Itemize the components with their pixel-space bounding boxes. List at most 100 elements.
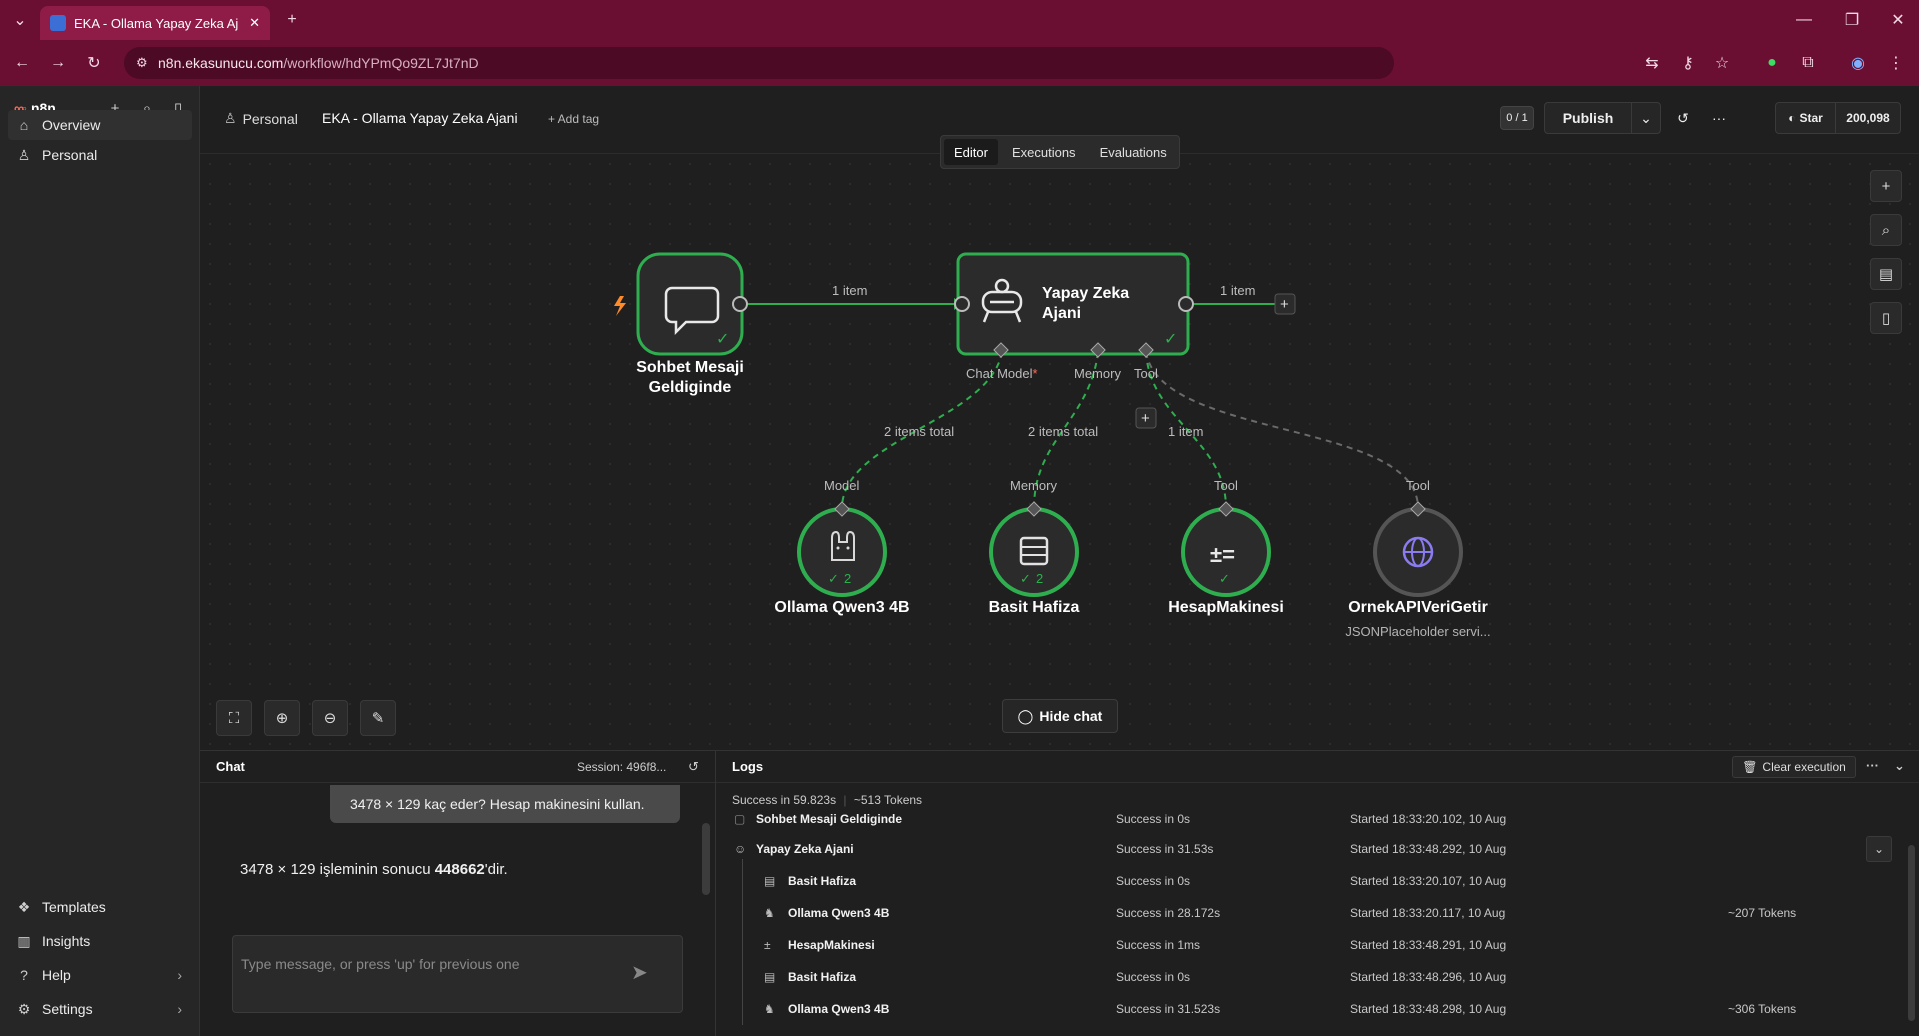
clear-execution-button[interactable]: 🗑 Clear execution	[1732, 756, 1856, 778]
tab-title: EKA - Ollama Yapay Zeka Aj	[74, 15, 239, 31]
tab-close-icon[interactable]: ✕	[249, 15, 260, 31]
breadcrumb-project[interactable]: ♙ Personal	[224, 110, 298, 127]
minimize-icon[interactable]: —	[1792, 8, 1816, 32]
bot-message-text: 3478 × 129 işleminin sonucu	[240, 861, 435, 878]
chat-model-text: Chat Model	[966, 366, 1033, 381]
address-bar[interactable]: ⚙ n8n.ekasunucu.com/workflow/hdYPmQo9ZL7…	[124, 47, 1394, 79]
expand-row-icon[interactable]: ⌄	[1866, 836, 1892, 862]
translate-icon[interactable]: ⇆	[1640, 51, 1664, 75]
templates-icon: ❖	[17, 898, 31, 915]
llama-icon: ♞	[764, 1002, 775, 1016]
database-icon: ▤	[764, 970, 776, 984]
log-row[interactable]: ▤ Basit Hafiza Success in 0s Started 18:…	[716, 865, 1896, 897]
chat-title: Chat	[216, 759, 245, 774]
zoom-in-icon[interactable]: ⊕	[264, 700, 300, 736]
password-key-icon[interactable]: ⚷	[1676, 51, 1700, 75]
more-options-icon[interactable]: ···	[1704, 102, 1734, 134]
profile-avatar-icon[interactable]: ◉	[1846, 51, 1870, 75]
log-row[interactable]: ☺ Yapay Zeka Ajani Success in 31.53s Sta…	[716, 833, 1896, 865]
user-icon: ♙	[17, 146, 31, 163]
log-rows: ▢ Sohbet Mesaji Geldiginde Success in 0s…	[716, 809, 1896, 1036]
log-row[interactable]: ♞ Ollama Qwen3 4B Success in 31.523s Sta…	[716, 993, 1896, 1025]
sidebar-item-insights[interactable]: ▥ Insights	[8, 926, 192, 956]
app-sidebar: ∞◦ n8n + ⌕ ▯ ⌂ Overview ♙ Personal ❖ Tem…	[0, 86, 200, 1036]
memory-node-label: Basit Hafiza	[988, 599, 1080, 616]
chat-input-placeholder: Type message, or press 'up' for previous…	[241, 956, 520, 972]
tab-executions[interactable]: Executions	[1002, 139, 1086, 165]
tab-evaluations[interactable]: Evaluations	[1090, 139, 1177, 165]
sidebar-item-help[interactable]: ? Help ›	[8, 960, 192, 990]
history-icon[interactable]: ↺	[1668, 102, 1698, 134]
sidebar-item-templates[interactable]: ❖ Templates	[8, 892, 192, 922]
logs-summary: Success in 59.823s | ~513 Tokens	[732, 793, 923, 807]
browser-tab-bar: ⌄ EKA - Ollama Yapay Zeka Aj ✕ + — ❐ ✕	[0, 0, 1919, 40]
zoom-out-icon[interactable]: ⊖	[312, 700, 348, 736]
send-icon[interactable]: ➤	[631, 960, 648, 985]
log-node-name: Sohbet Mesaji Geldiginde	[756, 812, 903, 826]
log-status: Success in 31.523s	[1116, 1002, 1221, 1016]
log-status: Success in 28.172s	[1116, 906, 1221, 920]
logs-scrollbar[interactable]	[1908, 845, 1915, 1021]
chat-bubble-icon: ◯	[1017, 707, 1034, 724]
logs-panel: Logs 🗑 Clear execution ··· ⌄ Success in 5…	[716, 750, 1919, 1036]
forward-icon[interactable]: →	[46, 51, 70, 75]
log-row[interactable]: ♞ Ollama Qwen3 4B Success in 28.172s Sta…	[716, 897, 1896, 929]
sidebar-item-label: Templates	[42, 899, 106, 915]
sidebar-item-settings[interactable]: ⚙ Settings ›	[8, 994, 192, 1024]
log-row[interactable]: ▢ Sohbet Mesaji Geldiginde Success in 0s…	[716, 809, 1896, 835]
home-icon: ⌂	[19, 117, 29, 133]
reset-session-icon[interactable]: ↺	[688, 759, 699, 775]
chat-panel: Chat Session: 496f8... ↺ 3478 × 129 kaç …	[200, 750, 716, 1036]
logs-more-icon[interactable]: ···	[1866, 758, 1879, 773]
reload-icon[interactable]: ↻	[82, 51, 106, 75]
browser-tab[interactable]: EKA - Ollama Yapay Zeka Aj ✕	[40, 6, 270, 40]
chat-scrollbar[interactable]	[702, 823, 710, 895]
github-star-button[interactable]: ◐ Star 200,098	[1775, 102, 1901, 134]
bookmark-star-icon[interactable]: ☆	[1710, 51, 1734, 75]
log-row[interactable]: ▤ Basit Hafiza Success in 0s Started 18:…	[716, 961, 1896, 993]
extensions-icon[interactable]: ⧉	[1796, 51, 1820, 75]
extension-green-icon[interactable]: ●	[1760, 51, 1784, 75]
help-icon: ?	[20, 967, 28, 983]
url-path: /workflow/hdYPmQo9ZL7Jt7nD	[283, 55, 479, 71]
sidebar-item-overview[interactable]: ⌂ Overview	[8, 110, 192, 140]
port-label-tool: Tool	[1134, 366, 1158, 381]
log-tokens: ~207 Tokens	[1728, 906, 1797, 920]
bot-message-suffix: 'dir.	[484, 861, 508, 878]
window-close-icon[interactable]: ✕	[1886, 8, 1910, 32]
summary-success: Success in 59.823s	[732, 793, 837, 807]
sidebar-item-label: Overview	[42, 117, 101, 133]
connection-label-output: 1 item	[1220, 283, 1256, 298]
back-icon[interactable]: ←	[10, 51, 34, 75]
collapse-logs-icon[interactable]: ⌄	[1894, 758, 1905, 774]
workflow-canvas[interactable]	[200, 154, 1919, 750]
star-label: Star	[1799, 111, 1823, 125]
publish-options-chevron-icon[interactable]: ⌄	[1631, 102, 1661, 134]
log-row[interactable]: ± HesapMakinesi Success in 1ms Started 1…	[716, 929, 1896, 961]
log-started: Started 18:33:48.298, 10 Aug	[1350, 1002, 1507, 1016]
panel-toggle-icon[interactable]: ▯	[1870, 302, 1902, 334]
session-id: Session: 496f8...	[577, 760, 667, 774]
add-node-button[interactable]: +	[1870, 170, 1902, 202]
fit-view-icon[interactable]: ⛶	[216, 700, 252, 736]
connection-label-model: 2 items total	[884, 424, 955, 439]
new-tab-icon[interactable]: +	[280, 8, 304, 32]
sidebar-item-personal[interactable]: ♙ Personal	[8, 140, 192, 170]
trigger-label-line1: Sohbet Mesaji	[636, 359, 744, 376]
publish-button[interactable]: Publish	[1544, 102, 1632, 134]
sticky-note-icon[interactable]: ▤	[1870, 258, 1902, 290]
github-star-label: ◐ Star	[1776, 103, 1836, 133]
workflow-name[interactable]: EKA - Ollama Yapay Zeka Ajani	[322, 110, 518, 126]
hide-chat-button[interactable]: ◯ Hide chat	[1002, 699, 1118, 733]
add-tag-button[interactable]: + Add tag	[548, 112, 599, 126]
search-nodes-icon[interactable]: ⌕	[1870, 214, 1902, 246]
browser-menu-icon[interactable]: ⋮	[1884, 51, 1908, 75]
log-status: Success in 0s	[1116, 874, 1191, 888]
site-info-icon[interactable]: ⚙	[136, 55, 148, 71]
tidy-up-icon[interactable]: ✎	[360, 700, 396, 736]
log-node-name: HesapMakinesi	[788, 938, 875, 952]
tab-list-icon[interactable]: ⌄	[8, 8, 32, 32]
restore-icon[interactable]: ❐	[1840, 8, 1864, 32]
tab-editor[interactable]: Editor	[944, 139, 998, 165]
chat-input[interactable]: Type message, or press 'up' for previous…	[232, 935, 683, 1013]
